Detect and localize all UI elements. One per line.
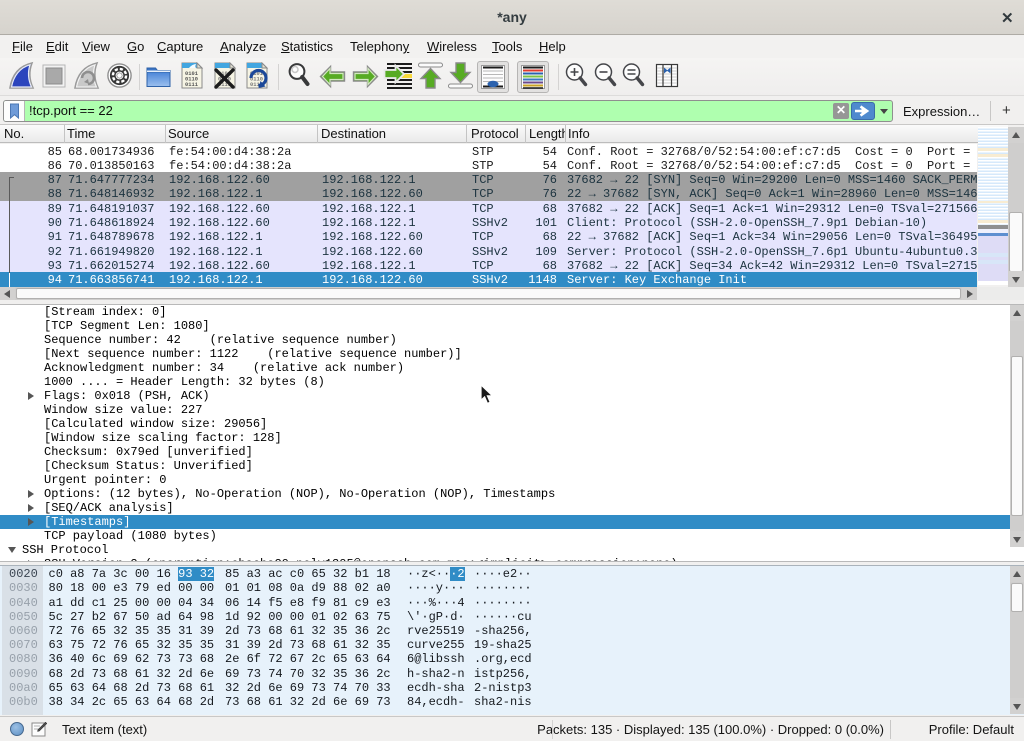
svg-text:0111: 0111 — [185, 82, 198, 88]
